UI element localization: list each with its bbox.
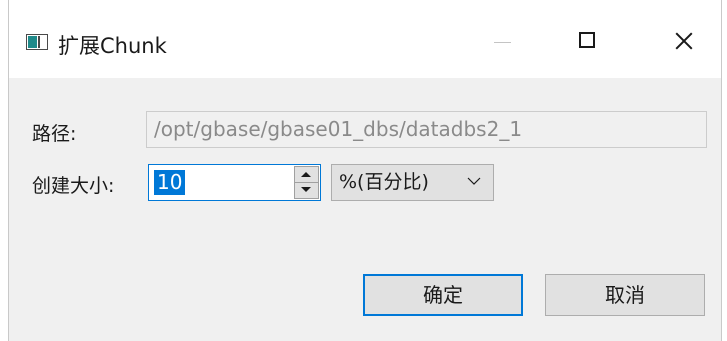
- window-title: 扩展Chunk: [58, 34, 167, 58]
- chevron-down-icon: [467, 177, 481, 185]
- close-button[interactable]: [661, 22, 707, 64]
- spin-up-button[interactable]: [295, 167, 318, 183]
- path-field: /opt/gbase/gbase01_dbs/datadbs2_1: [146, 111, 707, 148]
- minimize-button[interactable]: [479, 22, 525, 64]
- cancel-button[interactable]: 取消: [545, 274, 705, 316]
- ok-button[interactable]: 确定: [363, 274, 523, 316]
- unit-selected-value: %(百分比): [339, 171, 429, 193]
- size-spinbox[interactable]: 10: [148, 164, 321, 201]
- unit-dropdown[interactable]: %(百分比): [331, 164, 494, 201]
- spin-buttons: [294, 166, 319, 199]
- window-app-icon: [26, 34, 48, 50]
- spin-down-button[interactable]: [295, 183, 318, 198]
- title-bar: 扩展Chunk: [9, 0, 721, 78]
- path-label: 路径:: [32, 123, 77, 145]
- dialog-window: 扩展Chunk 路径: /opt/gbase/gbase01_dbs/datad…: [8, 0, 722, 341]
- maximize-button[interactable]: [564, 22, 610, 64]
- size-label: 创建大小:: [32, 175, 115, 197]
- size-value[interactable]: 10: [154, 170, 186, 195]
